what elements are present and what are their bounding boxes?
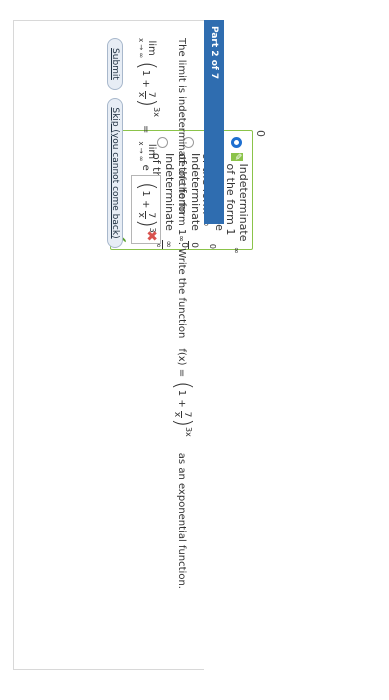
statement-tail: as an exponential function. (176, 452, 188, 589)
limit-right: lim x → ∞ (136, 141, 157, 162)
paren-inner: 1 + (176, 389, 188, 408)
option-label: Indeterminate of the form 1 (224, 163, 250, 242)
statement-sup: ∞ (177, 235, 187, 242)
radio-selected-icon[interactable] (231, 137, 243, 148)
page-canvas: 0 ✎ Indeterminate of the form 1 ∞ Indete… (0, 0, 389, 700)
equals-sign: = (140, 124, 152, 134)
lim-text: lim (146, 143, 157, 160)
part-header: Part 2 of 7 (204, 20, 224, 224)
option-1-inf[interactable]: ✎ Indeterminate of the form 1 ∞ (224, 137, 250, 254)
frac-den: x (172, 411, 183, 418)
question-statement: The limit is indeterminate of the form 1… (170, 38, 195, 589)
statement-fraction: 7 x (172, 410, 193, 419)
lim-sub: x → ∞ (137, 141, 145, 162)
statement-exponent: 3x (184, 426, 193, 437)
frac-num: 7 (145, 90, 157, 99)
open-paren: ( (134, 181, 159, 191)
option-sup: ∞ (232, 246, 242, 254)
frac-num: 7 (145, 211, 157, 220)
frac-den: x (136, 212, 147, 218)
pencil-icon: ✎ (231, 153, 243, 161)
limit-left: lim x → ∞ (136, 38, 157, 59)
lim-sub: x → ∞ (137, 38, 145, 59)
exp-base: e (140, 164, 152, 171)
statement-lead: The limit is indeterminate of the form 1 (176, 38, 188, 236)
answer-inner: 1 + (140, 190, 152, 209)
incorrect-x-icon: ✖ (143, 230, 159, 242)
skip-button[interactable]: Skip (you cannot come back) (107, 98, 123, 248)
frac-den: x (136, 92, 147, 98)
equation-line: lim x → ∞ ( 1 + 7 x ) 3x = lim x → ∞ e (… (131, 38, 161, 245)
open-paren: ( (134, 61, 159, 70)
eq-exponent: 3x (152, 107, 161, 117)
lim-text: lim (146, 40, 157, 56)
close-paren: ) (134, 98, 159, 108)
statement-mid: . Write the function (176, 241, 188, 339)
paren-inner: 1 + (140, 69, 152, 88)
option-sup: 0 (208, 243, 218, 249)
answer-fraction: 7 x (136, 211, 157, 220)
function-label: f(x) = (176, 348, 188, 378)
submit-button[interactable]: Submit (107, 38, 123, 90)
open-paren: ( (170, 381, 195, 390)
prior-answer-text: 0 (254, 130, 267, 137)
frac-num: 7 (181, 410, 193, 419)
close-paren: ) (170, 418, 195, 427)
close-paren: ) (134, 219, 159, 228)
eq-fraction: 7 x (136, 90, 157, 99)
